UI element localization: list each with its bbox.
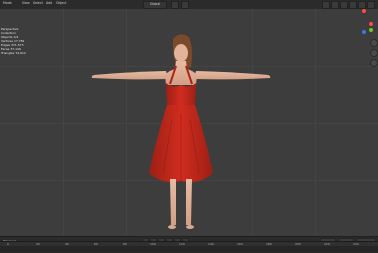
right-foot bbox=[186, 225, 194, 229]
left-arm bbox=[91, 71, 168, 80]
right-leg bbox=[186, 179, 192, 225]
face bbox=[174, 44, 188, 62]
menu-add[interactable]: Add bbox=[46, 1, 52, 5]
shading-wireframe-icon[interactable] bbox=[340, 1, 348, 9]
shading-solid-icon[interactable] bbox=[349, 1, 357, 9]
menu-view[interactable]: View bbox=[22, 1, 30, 5]
character-model[interactable] bbox=[0, 9, 378, 236]
xray-icon[interactable] bbox=[331, 1, 339, 9]
torso-skin bbox=[165, 61, 197, 85]
dress-bodice bbox=[166, 83, 196, 106]
3d-viewport[interactable]: Perspective Collection Objects 1/4 Verti… bbox=[0, 9, 378, 236]
right-arm bbox=[194, 71, 271, 80]
left-leg bbox=[170, 179, 176, 225]
transform-orientation[interactable]: Global bbox=[143, 1, 167, 9]
menu-mode[interactable]: Mode bbox=[3, 1, 12, 5]
shading-rendered-icon[interactable] bbox=[367, 1, 375, 9]
left-foot bbox=[168, 225, 176, 229]
menu-object[interactable]: Object bbox=[56, 1, 66, 5]
proportional-edit-icon[interactable] bbox=[181, 1, 189, 9]
menu-select[interactable]: Select bbox=[33, 1, 43, 5]
snap-icon[interactable] bbox=[171, 1, 179, 9]
orientation-label: Global bbox=[150, 2, 161, 6]
overlay-icon[interactable] bbox=[322, 1, 330, 9]
shading-material-icon[interactable] bbox=[358, 1, 366, 9]
status-bar bbox=[0, 246, 378, 252]
